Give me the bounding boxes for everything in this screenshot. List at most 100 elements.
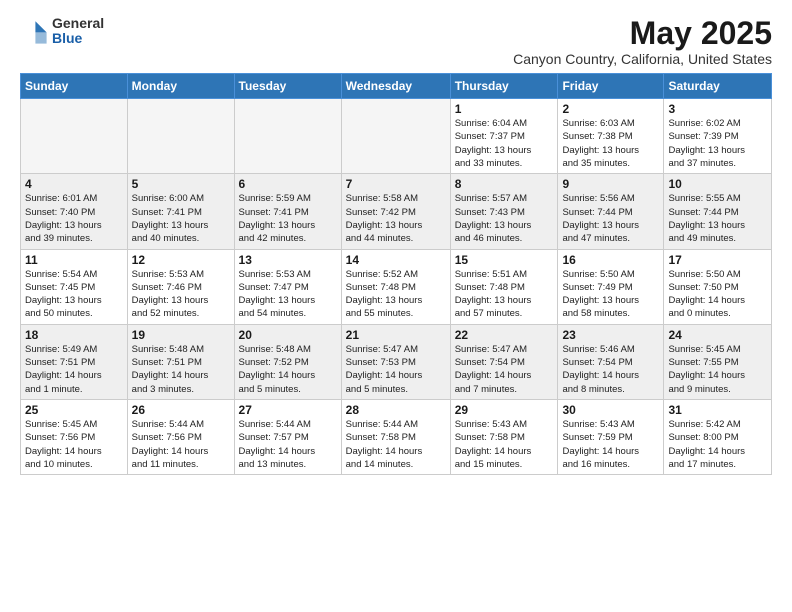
day-number: 26 bbox=[132, 403, 230, 417]
day-number: 25 bbox=[25, 403, 123, 417]
table-row: 17Sunrise: 5:50 AM Sunset: 7:50 PM Dayli… bbox=[664, 249, 772, 324]
table-row: 28Sunrise: 5:44 AM Sunset: 7:58 PM Dayli… bbox=[341, 399, 450, 474]
table-row bbox=[341, 99, 450, 174]
day-info: Sunrise: 5:44 AM Sunset: 7:57 PM Dayligh… bbox=[239, 418, 337, 471]
col-thursday: Thursday bbox=[450, 74, 558, 99]
day-number: 19 bbox=[132, 328, 230, 342]
day-number: 31 bbox=[668, 403, 767, 417]
day-number: 9 bbox=[562, 177, 659, 191]
table-row: 12Sunrise: 5:53 AM Sunset: 7:46 PM Dayli… bbox=[127, 249, 234, 324]
day-number: 6 bbox=[239, 177, 337, 191]
calendar-week-row: 18Sunrise: 5:49 AM Sunset: 7:51 PM Dayli… bbox=[21, 324, 772, 399]
day-number: 14 bbox=[346, 253, 446, 267]
table-row: 20Sunrise: 5:48 AM Sunset: 7:52 PM Dayli… bbox=[234, 324, 341, 399]
day-info: Sunrise: 6:03 AM Sunset: 7:38 PM Dayligh… bbox=[562, 117, 659, 170]
day-info: Sunrise: 5:44 AM Sunset: 7:56 PM Dayligh… bbox=[132, 418, 230, 471]
table-row: 18Sunrise: 5:49 AM Sunset: 7:51 PM Dayli… bbox=[21, 324, 128, 399]
day-number: 23 bbox=[562, 328, 659, 342]
day-number: 5 bbox=[132, 177, 230, 191]
day-number: 17 bbox=[668, 253, 767, 267]
table-row: 8Sunrise: 5:57 AM Sunset: 7:43 PM Daylig… bbox=[450, 174, 558, 249]
day-info: Sunrise: 5:48 AM Sunset: 7:52 PM Dayligh… bbox=[239, 343, 337, 396]
logo: General Blue bbox=[20, 16, 104, 47]
day-info: Sunrise: 5:47 AM Sunset: 7:54 PM Dayligh… bbox=[455, 343, 554, 396]
logo-text: General Blue bbox=[52, 16, 104, 47]
day-number: 7 bbox=[346, 177, 446, 191]
calendar-week-row: 1Sunrise: 6:04 AM Sunset: 7:37 PM Daylig… bbox=[21, 99, 772, 174]
table-row: 27Sunrise: 5:44 AM Sunset: 7:57 PM Dayli… bbox=[234, 399, 341, 474]
day-number: 12 bbox=[132, 253, 230, 267]
day-info: Sunrise: 5:51 AM Sunset: 7:48 PM Dayligh… bbox=[455, 268, 554, 321]
calendar-week-row: 25Sunrise: 5:45 AM Sunset: 7:56 PM Dayli… bbox=[21, 399, 772, 474]
table-row: 21Sunrise: 5:47 AM Sunset: 7:53 PM Dayli… bbox=[341, 324, 450, 399]
day-info: Sunrise: 5:53 AM Sunset: 7:47 PM Dayligh… bbox=[239, 268, 337, 321]
table-row: 25Sunrise: 5:45 AM Sunset: 7:56 PM Dayli… bbox=[21, 399, 128, 474]
table-row: 6Sunrise: 5:59 AM Sunset: 7:41 PM Daylig… bbox=[234, 174, 341, 249]
day-info: Sunrise: 5:43 AM Sunset: 7:59 PM Dayligh… bbox=[562, 418, 659, 471]
calendar-week-row: 11Sunrise: 5:54 AM Sunset: 7:45 PM Dayli… bbox=[21, 249, 772, 324]
table-row: 31Sunrise: 5:42 AM Sunset: 8:00 PM Dayli… bbox=[664, 399, 772, 474]
table-row bbox=[127, 99, 234, 174]
col-friday: Friday bbox=[558, 74, 664, 99]
day-info: Sunrise: 5:49 AM Sunset: 7:51 PM Dayligh… bbox=[25, 343, 123, 396]
day-info: Sunrise: 5:55 AM Sunset: 7:44 PM Dayligh… bbox=[668, 192, 767, 245]
day-info: Sunrise: 6:04 AM Sunset: 7:37 PM Dayligh… bbox=[455, 117, 554, 170]
day-info: Sunrise: 5:59 AM Sunset: 7:41 PM Dayligh… bbox=[239, 192, 337, 245]
table-row: 5Sunrise: 6:00 AM Sunset: 7:41 PM Daylig… bbox=[127, 174, 234, 249]
day-number: 8 bbox=[455, 177, 554, 191]
day-info: Sunrise: 5:48 AM Sunset: 7:51 PM Dayligh… bbox=[132, 343, 230, 396]
table-row bbox=[234, 99, 341, 174]
day-number: 22 bbox=[455, 328, 554, 342]
table-row: 10Sunrise: 5:55 AM Sunset: 7:44 PM Dayli… bbox=[664, 174, 772, 249]
day-number: 1 bbox=[455, 102, 554, 116]
day-info: Sunrise: 5:57 AM Sunset: 7:43 PM Dayligh… bbox=[455, 192, 554, 245]
header: General Blue May 2025 Canyon Country, Ca… bbox=[20, 16, 772, 67]
table-row: 22Sunrise: 5:47 AM Sunset: 7:54 PM Dayli… bbox=[450, 324, 558, 399]
table-row: 11Sunrise: 5:54 AM Sunset: 7:45 PM Dayli… bbox=[21, 249, 128, 324]
col-sunday: Sunday bbox=[21, 74, 128, 99]
day-number: 28 bbox=[346, 403, 446, 417]
day-number: 16 bbox=[562, 253, 659, 267]
day-number: 30 bbox=[562, 403, 659, 417]
col-saturday: Saturday bbox=[664, 74, 772, 99]
day-info: Sunrise: 5:52 AM Sunset: 7:48 PM Dayligh… bbox=[346, 268, 446, 321]
table-row: 15Sunrise: 5:51 AM Sunset: 7:48 PM Dayli… bbox=[450, 249, 558, 324]
col-tuesday: Tuesday bbox=[234, 74, 341, 99]
day-info: Sunrise: 5:50 AM Sunset: 7:50 PM Dayligh… bbox=[668, 268, 767, 321]
day-info: Sunrise: 5:53 AM Sunset: 7:46 PM Dayligh… bbox=[132, 268, 230, 321]
day-number: 27 bbox=[239, 403, 337, 417]
col-wednesday: Wednesday bbox=[341, 74, 450, 99]
table-row: 16Sunrise: 5:50 AM Sunset: 7:49 PM Dayli… bbox=[558, 249, 664, 324]
day-info: Sunrise: 5:45 AM Sunset: 7:56 PM Dayligh… bbox=[25, 418, 123, 471]
calendar-week-row: 4Sunrise: 6:01 AM Sunset: 7:40 PM Daylig… bbox=[21, 174, 772, 249]
table-row: 19Sunrise: 5:48 AM Sunset: 7:51 PM Dayli… bbox=[127, 324, 234, 399]
day-number: 18 bbox=[25, 328, 123, 342]
calendar-table: Sunday Monday Tuesday Wednesday Thursday… bbox=[20, 73, 772, 475]
day-number: 10 bbox=[668, 177, 767, 191]
location-title: Canyon Country, California, United State… bbox=[513, 51, 772, 67]
day-number: 15 bbox=[455, 253, 554, 267]
page: General Blue May 2025 Canyon Country, Ca… bbox=[0, 0, 792, 612]
day-info: Sunrise: 5:54 AM Sunset: 7:45 PM Dayligh… bbox=[25, 268, 123, 321]
day-number: 4 bbox=[25, 177, 123, 191]
day-number: 21 bbox=[346, 328, 446, 342]
table-row: 24Sunrise: 5:45 AM Sunset: 7:55 PM Dayli… bbox=[664, 324, 772, 399]
table-row: 4Sunrise: 6:01 AM Sunset: 7:40 PM Daylig… bbox=[21, 174, 128, 249]
table-row: 14Sunrise: 5:52 AM Sunset: 7:48 PM Dayli… bbox=[341, 249, 450, 324]
table-row: 26Sunrise: 5:44 AM Sunset: 7:56 PM Dayli… bbox=[127, 399, 234, 474]
day-info: Sunrise: 6:01 AM Sunset: 7:40 PM Dayligh… bbox=[25, 192, 123, 245]
day-info: Sunrise: 5:44 AM Sunset: 7:58 PM Dayligh… bbox=[346, 418, 446, 471]
title-block: May 2025 Canyon Country, California, Uni… bbox=[513, 16, 772, 67]
day-number: 11 bbox=[25, 253, 123, 267]
table-row: 1Sunrise: 6:04 AM Sunset: 7:37 PM Daylig… bbox=[450, 99, 558, 174]
day-info: Sunrise: 5:50 AM Sunset: 7:49 PM Dayligh… bbox=[562, 268, 659, 321]
table-row: 30Sunrise: 5:43 AM Sunset: 7:59 PM Dayli… bbox=[558, 399, 664, 474]
day-number: 20 bbox=[239, 328, 337, 342]
table-row bbox=[21, 99, 128, 174]
table-row: 23Sunrise: 5:46 AM Sunset: 7:54 PM Dayli… bbox=[558, 324, 664, 399]
day-info: Sunrise: 6:00 AM Sunset: 7:41 PM Dayligh… bbox=[132, 192, 230, 245]
logo-blue-text: Blue bbox=[52, 31, 104, 46]
table-row: 29Sunrise: 5:43 AM Sunset: 7:58 PM Dayli… bbox=[450, 399, 558, 474]
day-info: Sunrise: 5:43 AM Sunset: 7:58 PM Dayligh… bbox=[455, 418, 554, 471]
day-number: 13 bbox=[239, 253, 337, 267]
